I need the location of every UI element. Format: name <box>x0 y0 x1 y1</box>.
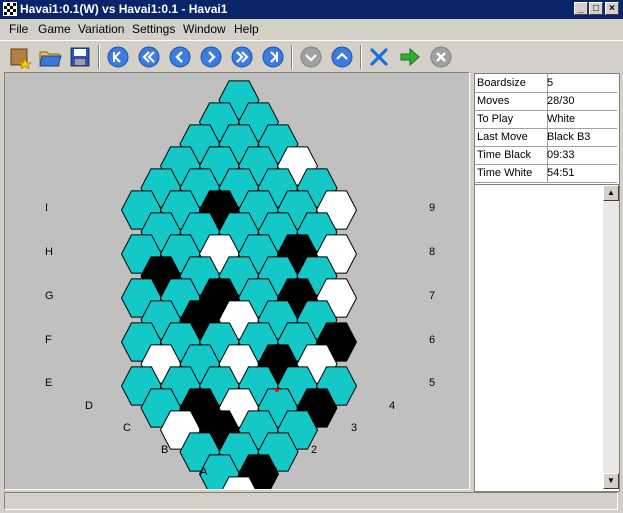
open-file-icon[interactable] <box>38 45 62 69</box>
vertical-scrollbar[interactable]: ▲ ▼ <box>603 185 619 489</box>
toolbar-separator <box>360 45 362 69</box>
menu-game[interactable]: Game <box>38 22 71 36</box>
move-list-panel[interactable]: ▲ ▼ <box>474 184 620 492</box>
board-label-right: 2 <box>311 444 317 456</box>
menu-file[interactable]: File <box>9 22 28 36</box>
board-label-right: 1 <box>273 466 279 478</box>
info-value: 54:51 <box>547 167 575 179</box>
board-label-right: 7 <box>429 290 435 302</box>
info-key: Last Move <box>477 131 528 143</box>
window-title: Havai1:0.1(W) vs Havai1:0.1 - Havai1 <box>20 2 228 16</box>
board-label-right: 4 <box>389 400 395 412</box>
game-info-panel: Boardsize 5 Moves 28/30 To Play White La… <box>474 73 620 185</box>
info-row-time-white: Time White 54:51 <box>475 164 617 183</box>
menu-variation[interactable]: Variation <box>78 22 124 36</box>
board-label-left: G <box>45 290 54 302</box>
title-bar: Havai1:0.1(W) vs Havai1:0.1 - Havai1 _ □… <box>0 0 623 19</box>
close-button[interactable]: × <box>605 2 619 15</box>
go-up-icon[interactable] <box>330 45 354 69</box>
board-label-right: 8 <box>429 246 435 258</box>
board-label-left: C <box>123 422 131 434</box>
info-row-time-black: Time Black 09:33 <box>475 146 617 165</box>
board-label-left: E <box>45 377 52 389</box>
info-key: To Play <box>477 113 514 125</box>
info-value: 28/30 <box>547 95 575 107</box>
menu-settings[interactable]: Settings <box>132 22 175 36</box>
board-pane: A B C D E F G H I 1 2 3 4 5 6 7 8 9 <box>4 72 470 513</box>
board-label-right: 5 <box>429 377 435 389</box>
forward-icon[interactable] <box>199 45 223 69</box>
info-value: White <box>547 113 576 125</box>
info-key: Moves <box>477 95 510 107</box>
info-key: Boardsize <box>477 77 526 89</box>
board-label-right: 3 <box>351 422 357 434</box>
status-bar <box>4 492 618 510</box>
board-label-right: 6 <box>429 334 435 346</box>
save-icon[interactable] <box>68 45 92 69</box>
info-key: Time Black <box>477 149 531 161</box>
delete-icon[interactable] <box>367 45 391 69</box>
forward-10-icon[interactable] <box>230 45 254 69</box>
menu-window[interactable]: Window <box>183 22 226 36</box>
toolbar <box>0 40 623 73</box>
board-label-left: H <box>45 246 53 258</box>
maximize-button[interactable]: □ <box>589 2 603 15</box>
play-green-arrow-icon[interactable] <box>398 45 422 69</box>
board-label-left: A <box>200 466 208 478</box>
info-key: Time White <box>477 167 533 179</box>
new-game-icon[interactable] <box>8 45 32 69</box>
go-down-icon[interactable] <box>299 45 323 69</box>
go-last-icon[interactable] <box>261 45 285 69</box>
board-label-left: I <box>45 202 48 214</box>
app-icon <box>3 2 17 16</box>
info-value: 09:33 <box>547 149 575 161</box>
board-label-left: F <box>45 334 52 346</box>
board-label-right: 9 <box>429 202 435 214</box>
board-label-left: B <box>161 444 168 456</box>
back-icon[interactable] <box>168 45 192 69</box>
board-label-left: D <box>85 400 93 412</box>
stop-icon[interactable] <box>429 45 453 69</box>
back-10-icon[interactable] <box>137 45 161 69</box>
scroll-down-button[interactable]: ▼ <box>603 473 619 489</box>
menu-help[interactable]: Help <box>234 22 259 36</box>
info-row-boardsize: Boardsize 5 <box>475 74 617 93</box>
info-row-moves: Moves 28/30 <box>475 92 617 111</box>
last-move-marker <box>275 388 279 392</box>
toolbar-separator <box>291 45 293 69</box>
hex-board: A B C D E F G H I 1 2 3 4 5 6 7 8 9 <box>45 80 435 513</box>
toolbar-separator <box>98 45 100 69</box>
info-row-last-move: Last Move Black B3 <box>475 128 617 147</box>
scroll-up-button[interactable]: ▲ <box>603 185 619 201</box>
info-row-to-play: To Play White <box>475 110 617 129</box>
info-value: 5 <box>547 77 554 89</box>
info-value: Black B3 <box>547 131 591 143</box>
menu-bar: File Game Variation Settings Window Help <box>0 19 623 39</box>
go-first-icon[interactable] <box>106 45 130 69</box>
minimize-button[interactable]: _ <box>574 2 588 15</box>
